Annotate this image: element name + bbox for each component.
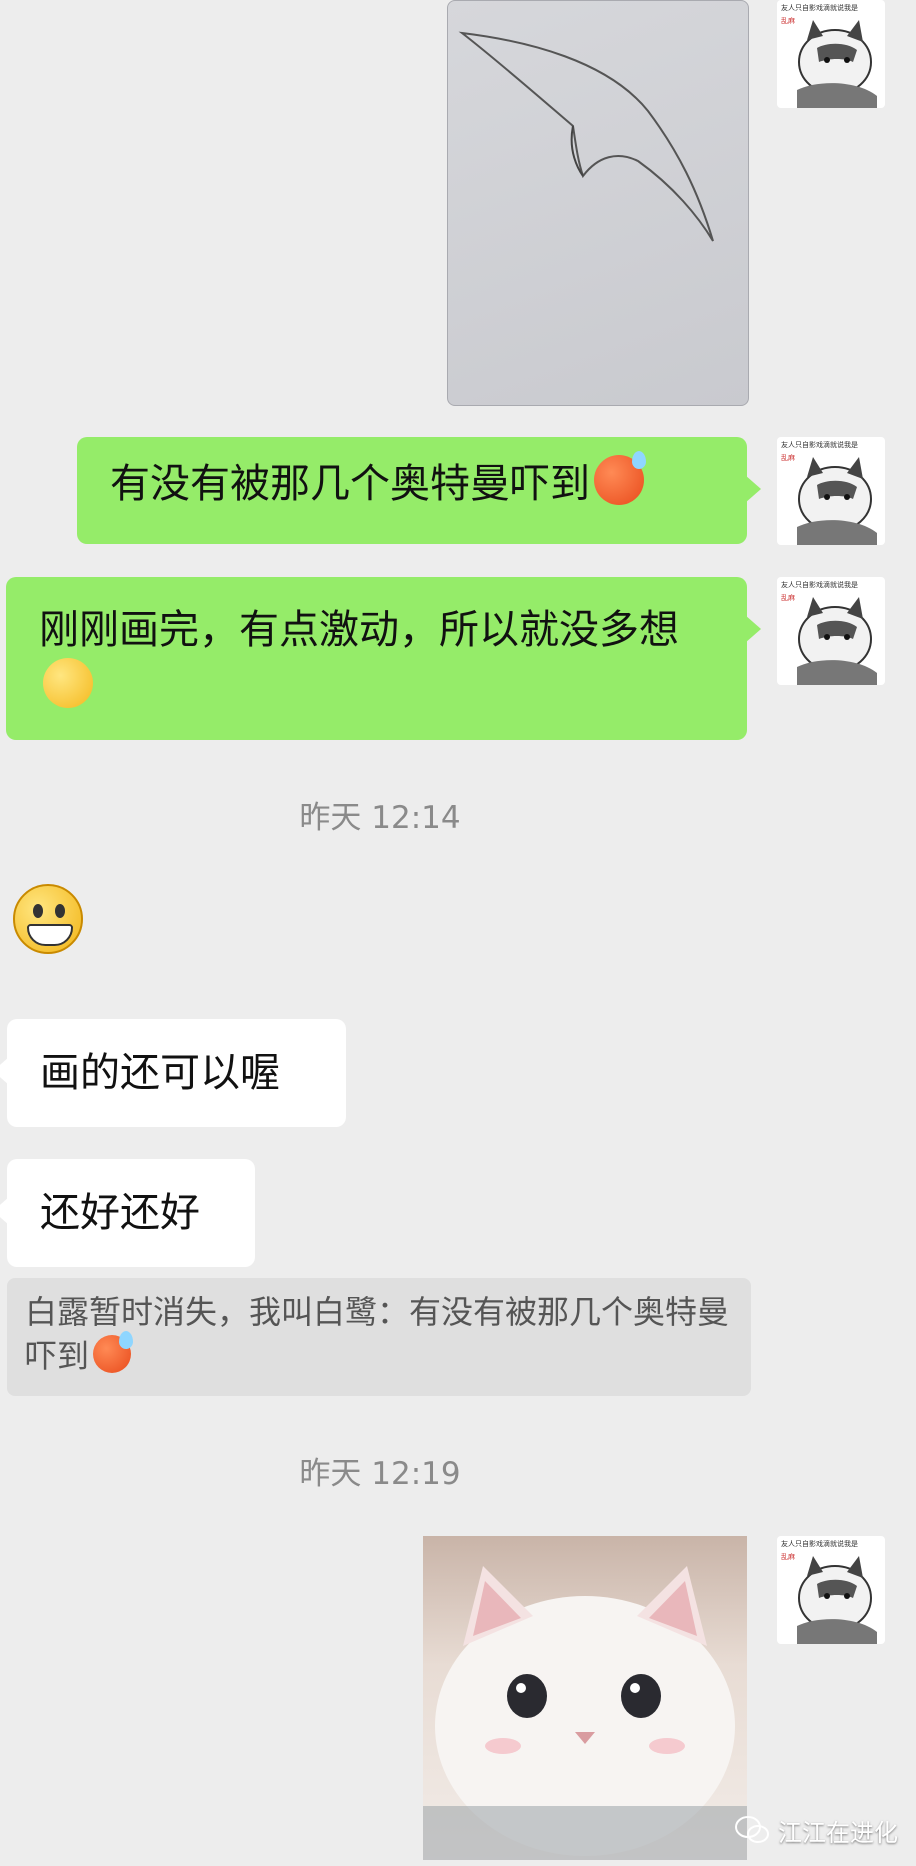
avatar-caption: 友人只自影戏滴就说我是 (781, 441, 858, 449)
message-text: 画的还可以喔 (40, 1050, 280, 1096)
timestamp: 昨天 12:14 (299, 800, 461, 836)
watermark: 江江在进化 (734, 1810, 898, 1850)
sent-message-bubble[interactable]: 刚刚画完，有点激动，所以就没多想 (6, 577, 761, 740)
anxious-face-emoji-icon (93, 1331, 134, 1373)
avatar-caption: 友人只自影戏滴就说我是 (781, 4, 858, 12)
sketch-image-message[interactable] (447, 0, 749, 406)
avatar-caption: 友人只自影戏滴就说我是 (781, 1540, 858, 1548)
timestamp: 昨天 12:19 (299, 1456, 461, 1492)
avatar-tag: 乱麻 (781, 17, 795, 25)
avatar[interactable]: 友人只自影戏滴就说我是 乱麻 (777, 0, 885, 108)
avatar[interactable]: 友人只自影戏滴就说我是 乱麻 (777, 437, 885, 545)
message-text: 有没有被那几个奥特曼吓到 (110, 461, 590, 507)
cat-image-message[interactable] (423, 1536, 747, 1860)
avatar[interactable]: 友人只自影戏滴就说我是 乱麻 (777, 1536, 885, 1644)
grinning-face-emoji-icon[interactable] (13, 884, 83, 954)
quoted-message[interactable]: 白露暂时消失，我叫白鹭：有没有被那几个奥特曼吓到 (7, 1278, 751, 1396)
sketch-drawing (458, 31, 714, 242)
avatar-tag: 乱麻 (781, 454, 795, 462)
avatar-tag: 乱麻 (781, 594, 795, 602)
avatar-caption: 友人只自影戏滴就说我是 (781, 581, 858, 589)
sent-message-bubble[interactable]: 有没有被那几个奥特曼吓到 (77, 437, 761, 544)
anxious-face-emoji-icon (594, 451, 646, 505)
avatar-tag: 乱麻 (781, 1553, 795, 1561)
received-message-bubble[interactable]: 还好还好 (0, 1159, 255, 1267)
white-kitten-photo (423, 1566, 747, 1860)
wechat-icon (735, 1816, 769, 1843)
watermark-text: 江江在进化 (778, 1818, 898, 1847)
message-text: 还好还好 (40, 1190, 200, 1236)
message-text: 刚刚画完，有点激动，所以就没多想 (39, 607, 679, 653)
received-message-bubble[interactable]: 画的还可以喔 (0, 1019, 346, 1127)
woozy-face-emoji-icon (43, 658, 93, 708)
avatar[interactable]: 友人只自影戏滴就说我是 乱麻 (777, 577, 885, 685)
